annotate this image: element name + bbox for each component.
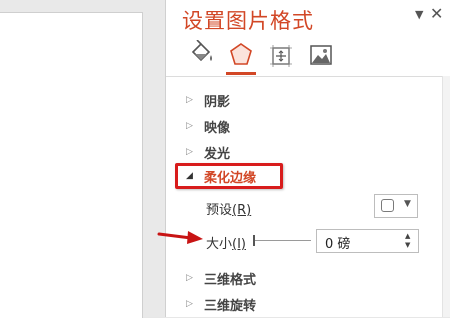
section-3d-format[interactable]: ▷ 三维格式 (186, 268, 256, 288)
chevron-right-icon: ▷ (186, 147, 193, 157)
size-spinner[interactable]: 0 磅 ▲ ▼ (316, 229, 419, 253)
spin-down-icon[interactable]: ▼ (405, 242, 410, 249)
section-label: 三维格式 (204, 272, 257, 288)
section-glow[interactable]: ▷ 发光 (186, 142, 230, 162)
fill-line-icon[interactable] (186, 40, 216, 70)
section-3d-rotation[interactable]: ▷ 三维旋转 (186, 294, 256, 314)
red-arrow-icon (157, 231, 203, 244)
close-icon[interactable]: ✕ (430, 4, 443, 23)
preset-label: 预设(R) (206, 203, 252, 218)
spin-up-icon[interactable]: ▲ (405, 233, 410, 240)
picture-icon[interactable] (306, 40, 336, 70)
size-value: 0 磅 (325, 237, 351, 252)
document-area (0, 0, 165, 318)
preset-swatch (381, 199, 394, 212)
size-slider[interactable] (253, 232, 311, 248)
effects-icon[interactable] (226, 40, 256, 70)
slider-track (255, 240, 311, 241)
section-label: 三维旋转 (204, 298, 257, 314)
pane-scrollbar[interactable] (442, 76, 450, 317)
format-picture-pane: 设置图片格式 ▼ ✕ ▷ 阴影 ▷ 映像 ▷ 发光 ◢ 柔化边缘 预设(R) ▼… (166, 0, 450, 317)
pane-separator (166, 76, 442, 77)
size-properties-icon[interactable] (266, 40, 296, 70)
section-shadow[interactable]: ▷ 阴影 (186, 90, 230, 110)
chevron-down-icon: ▼ (404, 199, 411, 209)
slider-thumb[interactable] (253, 235, 255, 246)
section-label: 阴影 (204, 94, 231, 110)
chevron-right-icon: ▷ (186, 95, 193, 105)
chevron-right-icon: ▷ (186, 273, 193, 283)
pane-options-icon[interactable]: ▼ (415, 8, 423, 21)
slide-canvas[interactable] (0, 12, 143, 318)
section-label: 发光 (204, 146, 231, 162)
section-reflection[interactable]: ▷ 映像 (186, 116, 230, 136)
chevron-right-icon: ▷ (186, 121, 193, 131)
section-label: 映像 (204, 120, 231, 136)
size-label: 大小(I) (206, 237, 246, 252)
pane-title: 设置图片格式 (182, 9, 314, 33)
preset-dropdown[interactable]: ▼ (374, 194, 418, 218)
active-tab-indicator (226, 72, 256, 75)
chevron-right-icon: ▷ (186, 299, 193, 309)
highlight-box (175, 163, 283, 189)
